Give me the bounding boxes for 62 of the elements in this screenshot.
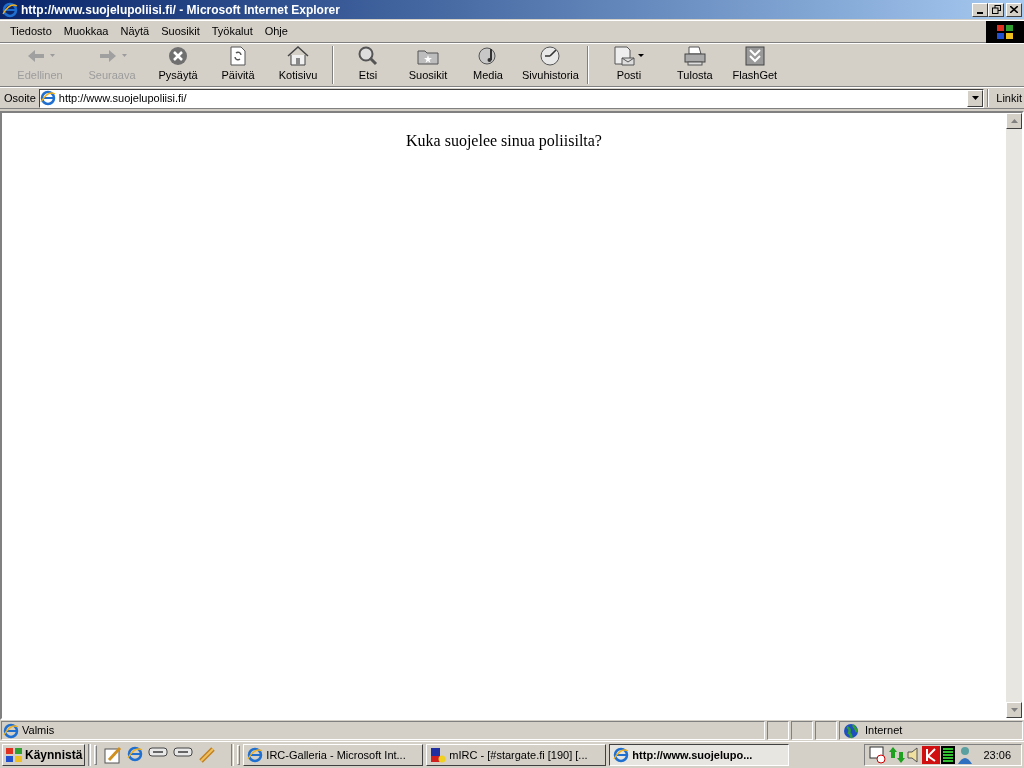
level-meter-icon[interactable] [941,746,956,764]
zone-text: Internet [865,723,903,739]
refresh-icon [229,45,247,66]
restore-button[interactable] [988,2,1004,17]
arrow-down-icon[interactable] [1010,708,1018,712]
start-button[interactable]: Käynnistä [2,744,86,766]
globe-icon [843,722,859,739]
ie-icon[interactable] [127,746,144,764]
toolbar-button[interactable]: FlashGet [724,45,785,85]
printer-icon [683,45,706,66]
toolbar-button[interactable]: Päivitä [208,45,268,85]
ie-icon [613,747,630,763]
mail-icon [613,45,644,66]
windows-logo-icon [5,747,23,763]
k-shield-icon[interactable] [922,746,941,764]
toolbar-button[interactable]: Etsi [338,45,398,85]
toolbar-button[interactable]: Sivuhistoria [518,45,583,85]
status-text: Valmis [22,723,55,739]
minimize-button[interactable] [972,2,988,17]
menu-item[interactable]: Suosikit [155,21,206,42]
page-icon [39,90,56,106]
menu-item[interactable]: Tiedosto [4,21,58,42]
close-icon [1010,6,1018,13]
page-icon [3,722,19,739]
clock: 23:06 [983,747,1011,763]
taskbar-button[interactable]: http://www.suojelupo... [609,744,790,766]
minimize-icon [977,11,983,14]
address-label: Osoite [4,90,36,106]
toolbar-button[interactable]: Posti [592,45,665,85]
search-icon [358,45,378,66]
menu-item[interactable]: Työkalut [205,21,259,42]
download-icon [744,45,765,66]
toolbar-button[interactable]: Pysäytä [148,45,208,85]
arrow-up-icon[interactable] [1010,119,1018,123]
wrench-icon[interactable] [198,746,217,764]
clock-icon [539,45,562,66]
ie-icon [247,747,264,763]
restore-icon [991,5,1001,14]
toolbar-button[interactable]: Media [458,45,518,85]
taskbar-button[interactable]: IRC-Galleria - Microsoft Int... [243,744,424,766]
menu-item[interactable]: Ohje [258,21,294,42]
address-text: http://www.suojelupoliisi.fi/ [58,90,188,106]
window-title: http://www.suojelupoliisi.fi/ - Microsoft Internet Explorer [21,1,341,19]
mirc-icon [430,747,447,763]
house-icon [287,45,309,66]
toolbar-button[interactable]: Suosikit [398,45,458,85]
links-button[interactable]: Linkit [992,89,1024,107]
calendar-clock-icon[interactable] [869,746,888,764]
menu-item[interactable]: Muokkaa [57,21,115,42]
menu-item[interactable]: Näytä [114,21,156,42]
close-button[interactable] [1006,2,1022,17]
address-field[interactable]: http://www.suojelupoliisi.fi/ [38,88,985,108]
stop-icon [168,45,188,66]
windows-logo-icon [986,20,1024,43]
media-icon [478,45,498,66]
taskbar-button[interactable]: mIRC - [#stargate.fi [190] [... [426,744,607,766]
toolbar-button[interactable]: Kotisivu [268,45,328,85]
toolbar-button[interactable]: Tulosta [664,45,725,85]
page-heading: Kuka suojelee sinua poliisilta? [406,131,602,152]
vertical-scrollbar[interactable] [1006,113,1022,718]
ie-icon [2,1,18,18]
pencil-icon[interactable] [104,746,123,764]
